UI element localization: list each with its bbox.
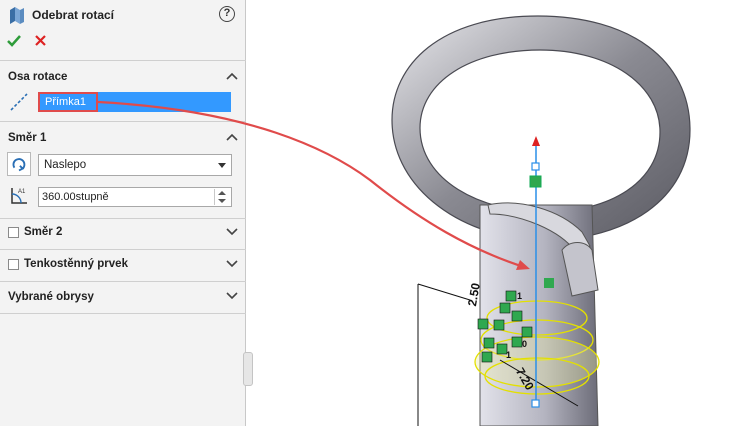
section-title-selected-contours[interactable]: Vybrané obrysy — [8, 291, 94, 303]
property-manager-panel: Odebrat rotací ? Osa rotace Přímka1 Směr… — [0, 0, 246, 426]
chevron-up-icon[interactable] — [226, 72, 238, 80]
angle-icon: A1 — [11, 188, 27, 204]
axis-arrow-icon — [532, 136, 540, 146]
chevron-down-icon — [218, 163, 226, 168]
divider — [0, 281, 246, 282]
divider — [0, 121, 246, 122]
axis-line-icon — [10, 93, 28, 111]
divider — [0, 60, 246, 61]
end-condition-dropdown[interactable]: Naslepo — [38, 154, 232, 176]
dimension-leader — [417, 283, 471, 301]
chevron-down-icon[interactable] — [226, 228, 238, 236]
direction2-label[interactable]: Směr 2 — [24, 226, 62, 238]
thin-feature-label[interactable]: Tenkostěnný prvek — [24, 258, 128, 270]
constraint-icon — [544, 278, 554, 288]
end-condition-value: Naslepo — [44, 159, 87, 171]
graphics-viewport[interactable]: 2.50 7.20 1 0 1 — [247, 0, 750, 426]
help-icon[interactable]: ? — [219, 6, 235, 22]
reverse-direction-button[interactable] — [7, 152, 31, 176]
axis-endpoint-top[interactable] — [531, 162, 540, 171]
relation-label-1: 1 — [517, 291, 522, 301]
panel-header: Odebrat rotací ? — [0, 0, 246, 30]
angle-spinner[interactable] — [214, 189, 230, 205]
thin-feature-checkbox[interactable] — [8, 259, 19, 270]
relation-label-1b: 1 — [506, 350, 511, 360]
ok-check-icon[interactable] — [6, 33, 22, 49]
relation-label-0: 0 — [522, 339, 527, 349]
panel-title: Odebrat rotací — [32, 8, 115, 22]
chevron-up-icon[interactable] — [226, 133, 238, 141]
axis-selection-item[interactable]: Přímka1 — [38, 92, 98, 112]
divider — [0, 313, 246, 314]
section-title-direction1[interactable]: Směr 1 — [8, 132, 46, 144]
section-title-axis[interactable]: Osa rotace — [8, 71, 67, 83]
angle-input[interactable]: 360.00stupně — [38, 187, 232, 207]
direction2-checkbox[interactable] — [8, 227, 19, 238]
revolve-cut-icon — [10, 7, 24, 24]
spin-down-icon[interactable] — [218, 199, 226, 203]
reverse-direction-icon — [12, 158, 26, 172]
svg-text:A1: A1 — [18, 189, 26, 195]
chevron-down-icon[interactable] — [226, 292, 238, 300]
angle-value: 360.00stupně — [42, 191, 109, 203]
divider — [0, 249, 246, 250]
cancel-x-icon[interactable] — [33, 33, 49, 49]
axis-endpoint-bottom[interactable] — [531, 399, 540, 408]
spin-up-icon[interactable] — [218, 191, 226, 195]
constraint-vertical-icon — [529, 175, 542, 188]
chevron-down-icon[interactable] — [226, 260, 238, 268]
divider — [0, 218, 246, 219]
